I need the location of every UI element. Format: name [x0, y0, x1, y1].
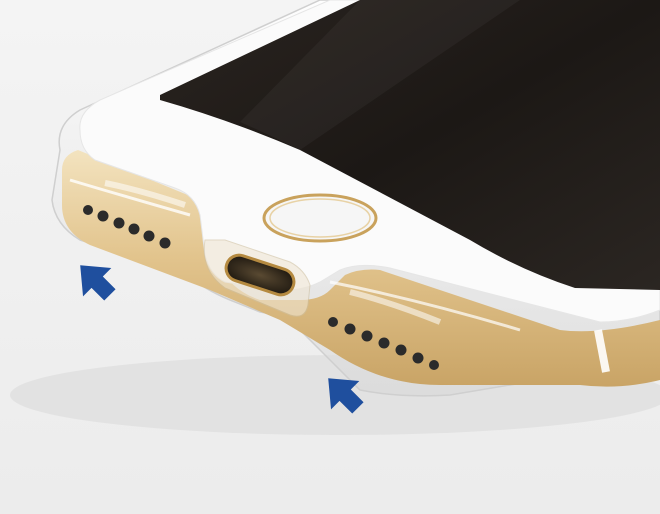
speaker-hole: [344, 323, 356, 335]
speaker-hole: [328, 317, 338, 327]
home-button: [262, 193, 378, 243]
speaker-hole: [429, 360, 439, 370]
speaker-hole: [97, 210, 109, 222]
speaker-hole: [143, 230, 155, 242]
speaker-hole: [159, 237, 171, 249]
speaker-hole: [361, 330, 373, 342]
speaker-hole: [128, 223, 140, 235]
speaker-hole: [412, 352, 424, 364]
speaker-hole: [378, 337, 390, 349]
product-photo: [0, 0, 660, 514]
speaker-hole: [395, 344, 407, 356]
speaker-hole: [113, 217, 125, 229]
photo-illustration: [0, 0, 660, 514]
speaker-hole: [83, 205, 93, 215]
